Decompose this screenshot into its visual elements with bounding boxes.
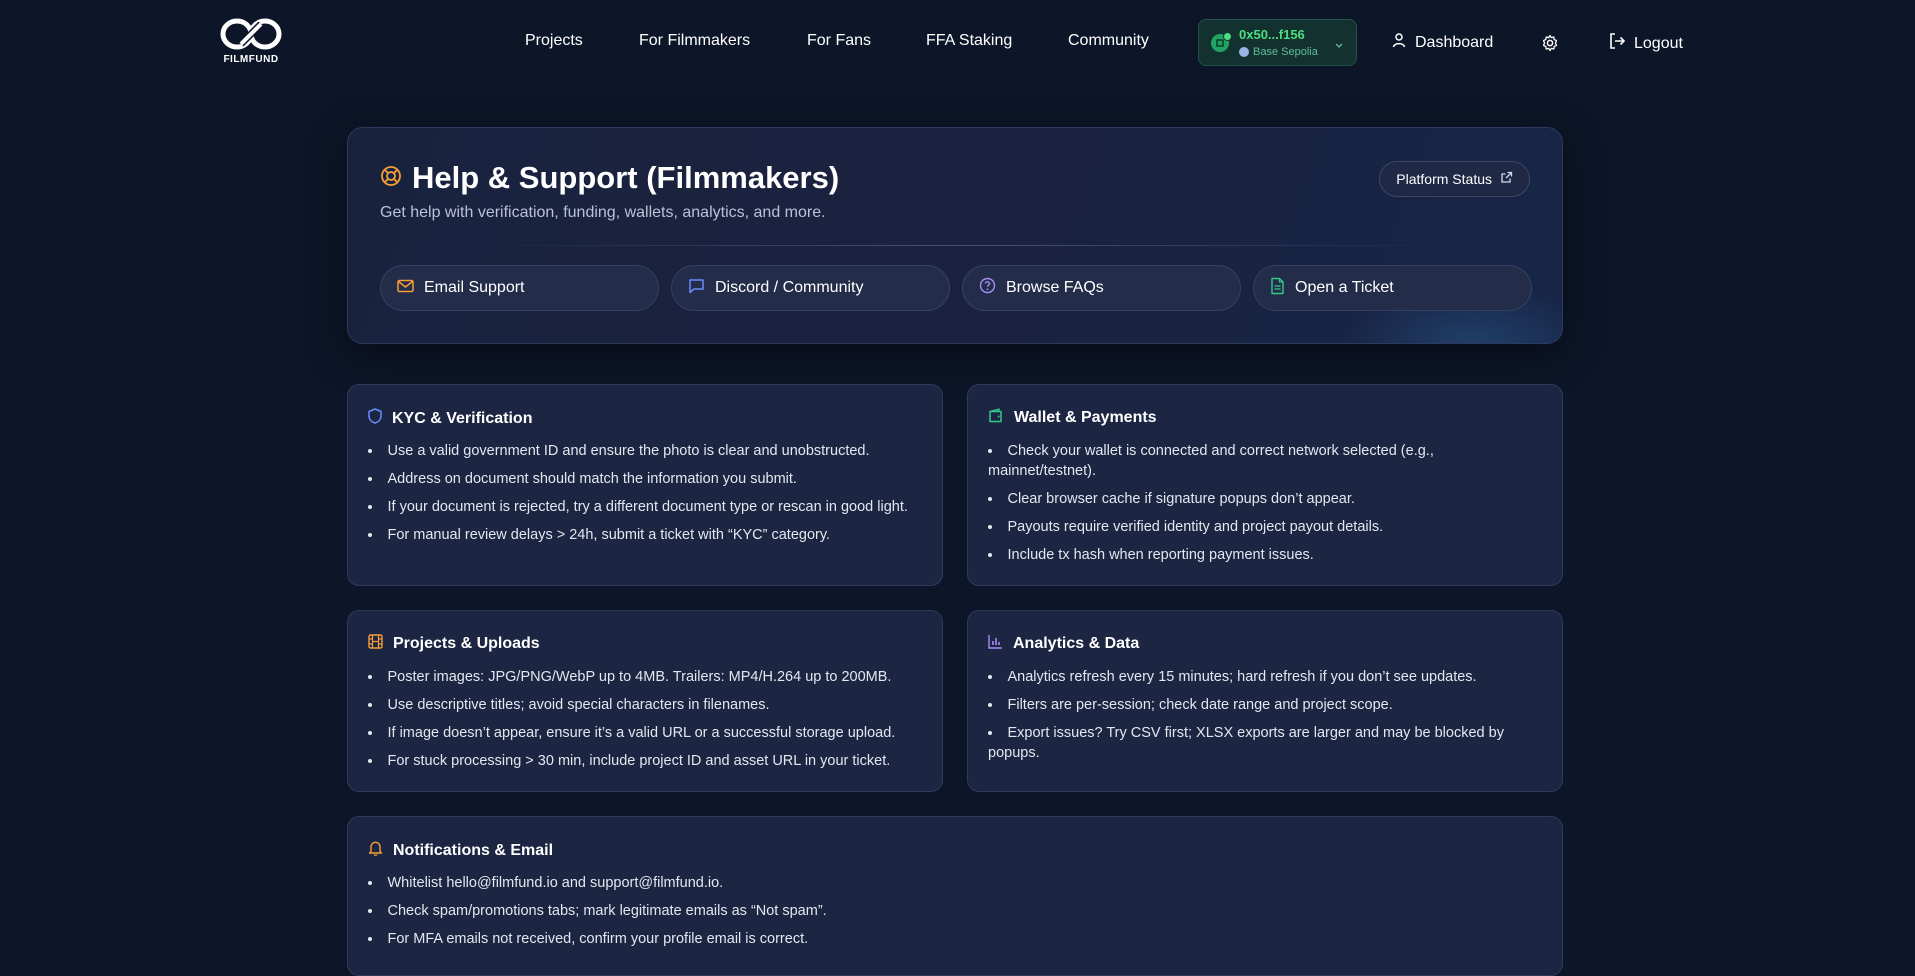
gear-icon: [1541, 34, 1559, 57]
help-hero-panel: Help & Support (Filmmakers) Get help wit…: [347, 127, 1563, 344]
platform-status-button[interactable]: Platform Status: [1379, 161, 1530, 197]
shield-icon: [368, 408, 382, 429]
analytics-card-title: Analytics & Data: [1013, 635, 1140, 652]
list-item: Address on document should match the inf…: [368, 469, 922, 489]
kyc-verification-card: KYC & Verification Use a valid governmen…: [347, 384, 943, 586]
kyc-tips-list: Use a valid government ID and ensure the…: [368, 441, 922, 553]
dashboard-label: Dashboard: [1415, 33, 1494, 51]
notifications-tips-list: Whitelist hello@filmfund.io and support@…: [368, 873, 1542, 957]
top-navbar: FILMFUND Projects For Filmmakers For Fan…: [0, 0, 1915, 86]
page-subtitle: Get help with verification, funding, wal…: [380, 204, 826, 221]
discord-community-label: Discord / Community: [715, 279, 864, 296]
analytics-data-card: Analytics & Data Analytics refresh every…: [967, 610, 1563, 792]
list-item: Check spam/promotions tabs; mark legitim…: [368, 901, 1542, 921]
list-item: Check your wallet is connected and corre…: [988, 441, 1542, 481]
browse-faqs-label: Browse FAQs: [1006, 279, 1104, 296]
card-title-row: Analytics & Data: [988, 634, 1139, 654]
list-item: Export issues? Try CSV first; XLSX expor…: [988, 723, 1542, 763]
list-item: For manual review delays > 24h, submit a…: [368, 525, 922, 545]
list-item: For MFA emails not received, confirm you…: [368, 929, 1542, 949]
help-circle-icon: [979, 277, 996, 299]
list-item: Use descriptive titles; avoid special ch…: [368, 695, 922, 715]
logo-text: FILMFUND: [223, 54, 279, 65]
projects-tips-list: Poster images: JPG/PNG/WebP up to 4MB. T…: [368, 667, 922, 779]
browse-faqs-button[interactable]: Browse FAQs: [962, 265, 1241, 311]
chat-icon: [688, 278, 705, 299]
logout-button[interactable]: Logout: [1608, 32, 1683, 55]
nav-for-filmmakers[interactable]: For Filmmakers: [639, 32, 750, 50]
notifications-card-title: Notifications & Email: [393, 841, 554, 859]
nav-community[interactable]: Community: [1068, 32, 1149, 50]
hero-title-row: Help & Support (Filmmakers): [380, 160, 839, 196]
open-ticket-label: Open a Ticket: [1295, 279, 1394, 296]
wallet-icon: [988, 408, 1004, 428]
chevron-down-icon: [1334, 37, 1344, 55]
settings-button[interactable]: [1541, 34, 1559, 57]
lifebuoy-icon: [380, 165, 402, 192]
filmfund-logo[interactable]: FILMFUND: [218, 16, 284, 65]
wallet-card-title: Wallet & Payments: [1014, 409, 1157, 426]
external-link-icon: [1500, 171, 1513, 187]
list-item: Payouts require verified identity and pr…: [988, 517, 1542, 537]
hero-divider: [468, 245, 1462, 246]
film-icon: [368, 634, 383, 654]
mail-icon: [397, 279, 414, 298]
kyc-card-title: KYC & Verification: [392, 409, 533, 427]
logout-label: Logout: [1634, 34, 1683, 52]
wallet-network-label: Base Sepolia: [1253, 46, 1318, 58]
list-item: Use a valid government ID and ensure the…: [368, 441, 922, 461]
notifications-email-card: Notifications & Email Whitelist hello@fi…: [347, 816, 1563, 976]
logo-mark-icon: [220, 18, 282, 50]
card-title-row: Notifications & Email: [368, 840, 553, 861]
list-item: Clear browser cache if signature popups …: [988, 489, 1542, 509]
card-title-row: KYC & Verification: [368, 408, 532, 429]
analytics-tips-list: Analytics refresh every 15 minutes; hard…: [988, 667, 1542, 771]
list-item: Include tx hash when reporting payment i…: [988, 545, 1542, 565]
list-item: Whitelist hello@filmfund.io and support@…: [368, 873, 1542, 893]
card-title-row: Wallet & Payments: [988, 408, 1157, 428]
email-support-button[interactable]: Email Support: [380, 265, 659, 311]
nav-for-fans[interactable]: For Fans: [807, 32, 871, 50]
projects-uploads-card: Projects & Uploads Poster images: JPG/PN…: [347, 610, 943, 792]
list-item: For stuck processing > 30 min, include p…: [368, 751, 922, 771]
user-icon: [1391, 32, 1407, 53]
nav-ffa-staking[interactable]: FFA Staking: [926, 32, 1012, 50]
projects-card-title: Projects & Uploads: [393, 635, 540, 652]
wallet-tips-list: Check your wallet is connected and corre…: [988, 441, 1542, 573]
wallet-network: Base Sepolia: [1239, 46, 1318, 58]
email-support-label: Email Support: [424, 279, 525, 296]
wallet-avatar-icon: [1211, 32, 1232, 52]
wallet-connect-button[interactable]: 0x50...f156 Base Sepolia: [1198, 19, 1357, 66]
network-icon: [1239, 47, 1249, 57]
dashboard-button[interactable]: Dashboard: [1391, 32, 1493, 53]
bar-chart-icon: [988, 634, 1003, 654]
wallet-payments-card: Wallet & Payments Check your wallet is c…: [967, 384, 1563, 586]
platform-status-label: Platform Status: [1396, 171, 1492, 187]
list-item: Poster images: JPG/PNG/WebP up to 4MB. T…: [368, 667, 922, 687]
list-item: Analytics refresh every 15 minutes; hard…: [988, 667, 1542, 687]
wallet-address: 0x50...f156: [1239, 27, 1305, 42]
logout-icon: [1608, 32, 1626, 55]
nav-projects[interactable]: Projects: [525, 32, 583, 50]
list-item: If your document is rejected, try a diff…: [368, 497, 922, 517]
file-text-icon: [1270, 277, 1285, 300]
list-item: If image doesn’t appear, ensure it’s a v…: [368, 723, 922, 743]
bell-icon: [368, 840, 383, 861]
card-title-row: Projects & Uploads: [368, 634, 540, 654]
page-title: Help & Support (Filmmakers): [412, 160, 840, 195]
open-ticket-button[interactable]: Open a Ticket: [1253, 265, 1532, 311]
list-item: Filters are per-session; check date rang…: [988, 695, 1542, 715]
discord-community-button[interactable]: Discord / Community: [671, 265, 950, 311]
